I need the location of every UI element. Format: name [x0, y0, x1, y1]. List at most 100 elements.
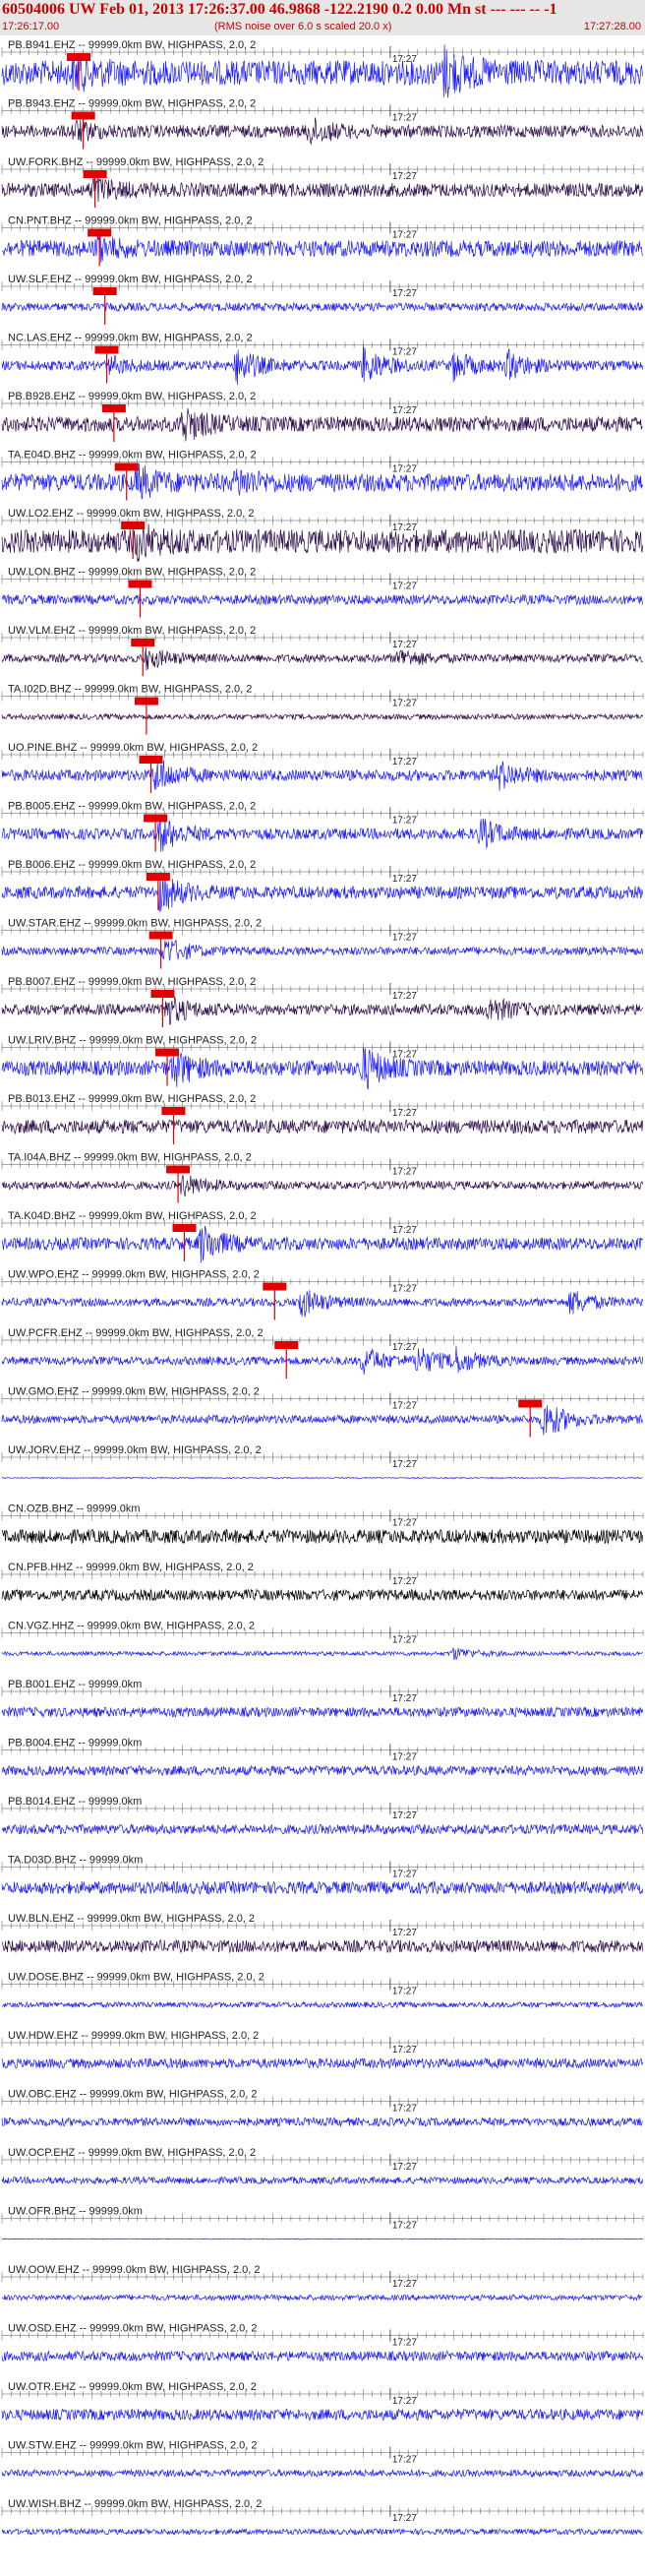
waveform [1, 1647, 643, 1661]
trace-4: 17:27 CN.PNT.BHZ -- 99999.0km BW, HIGHPAS… [1, 215, 644, 267]
minute-label: 17:27 [392, 347, 417, 358]
station-label: PB.B013.EHZ -- 99999.0km BW, HIGHPASS, 2… [8, 1093, 256, 1105]
trace-37: 17:27 UW.OCP.EHZ -- 99999.0km BW, HIGHPAS… [1, 2147, 644, 2185]
minute-label: 17:27 [392, 933, 417, 944]
trace-22: 17:27 UW.WPO.EHZ -- 99999.0km BW, HIGHPAS… [1, 1269, 644, 1320]
station-label: UW.SLF.EHZ -- 99999.0km BW, HIGHPASS, 2.… [8, 274, 253, 285]
station-label: UW.OOW.EHZ -- 99999.0km BW, HIGHPASS, 2.… [8, 2264, 261, 2276]
waveform [1, 2527, 643, 2537]
trace-34: 17:27 UW.DOSE.BHZ -- 99999.0km BW, HIGHPA… [1, 1972, 644, 2009]
waveform [1, 1476, 643, 1480]
station-label: UW.VLM.EHZ -- 99999.0km BW, HIGHPASS, 2.… [8, 625, 256, 637]
pick-flag [121, 521, 146, 529]
waveform [1, 1823, 644, 1836]
station-label: PB.B941.EHZ -- 99999.0km BW, HIGHPASS, 2… [8, 39, 256, 51]
station-label: UW.STW.EHZ -- 99999.0km BW, HIGHPASS, 2.… [8, 2440, 257, 2452]
minute-label: 17:27 [392, 171, 417, 182]
trace-10: 17:27 UW.LON.BHZ -- 99999.0km BW, HIGHPAS… [1, 567, 644, 618]
minute-label: 17:27 [392, 1284, 417, 1295]
trace-28: 17:27 CN.VGZ.HHZ -- 99999.0km BW, HIGHPAS… [1, 1621, 644, 1661]
waveform [1, 462, 644, 500]
station-label: TA.K04D.BHZ -- 99999.0km BW, HIGHPASS, 2… [8, 1210, 257, 1222]
station-label: CN.PFB.HHZ -- 99999.0km BW, HIGHPASS, 2.… [8, 1562, 254, 1573]
station-label: UW.BLN.EHZ -- 99999.0km BW, HIGHPASS, 2.… [8, 1913, 255, 1925]
trace-35: 17:27 UW.HDW.EHZ -- 99999.0km BW, HIGHPAS… [1, 2030, 644, 2069]
minute-label: 17:27 [392, 874, 417, 885]
minute-label: 17:27 [392, 1987, 417, 1997]
pick-flag [67, 53, 91, 61]
minute-label: 17:27 [392, 1752, 417, 1763]
waveform [1, 1290, 644, 1318]
waveform [1, 997, 644, 1025]
minute-label: 17:27 [392, 230, 417, 241]
trace-6: 17:27 NC.LAS.EHZ -- 99999.0km BW, HIGHPAS… [1, 333, 644, 386]
pick-flag [94, 345, 119, 354]
pick-flag [128, 580, 152, 588]
trace-7: 17:27 PB.B928.EHZ -- 99999.0km BW, HIGHPA… [1, 391, 644, 442]
pick-flag [134, 697, 158, 705]
waveform [1, 1174, 644, 1197]
pick-flag [274, 1341, 299, 1349]
pick-flag [92, 287, 117, 295]
minute-label: 17:27 [392, 1693, 417, 1704]
station-label: UW.HDW.EHZ -- 99999.0km BW, HIGHPASS, 2.… [8, 2030, 259, 2042]
station-label: TA.D03D.BHZ -- 99999.0km [8, 1855, 143, 1867]
trace-2: 17:27 PB.B943.EHZ -- 99999.0km BW, HIGHPA… [1, 98, 644, 150]
station-label: UW.WPO.EHZ -- 99999.0km BW, HIGHPASS, 2.… [8, 1269, 260, 1281]
waveform [1, 1938, 644, 1954]
minute-label: 17:27 [392, 1870, 417, 1880]
minute-label: 17:27 [392, 54, 417, 65]
trace-12: 17:27 TA.I02D.BHZ -- 99999.0km BW, HIGHPA… [1, 684, 644, 735]
minute-label: 17:27 [392, 2104, 417, 2115]
waveform [1, 646, 643, 671]
waveform [1, 2000, 643, 2009]
minute-label: 17:27 [392, 991, 417, 1002]
trace-42: 17:27 UW.STW.EHZ -- 99999.0km BW, HIGHPAS… [1, 2440, 644, 2479]
waveform [1, 1705, 644, 1719]
minute-label: 17:27 [392, 1928, 417, 1938]
trace-27: 17:27 CN.PFB.HHZ -- 99999.0km BW, HIGHPAS… [1, 1562, 644, 1602]
event-title: 60504006 UW Feb 01, 2013 17:26:37.00 46.… [2, 1, 557, 18]
station-label: UW.PCFR.EHZ -- 99999.0km BW, HIGHPASS, 2… [8, 1327, 264, 1339]
minute-label: 17:27 [392, 2338, 417, 2349]
trace-3: 17:27 UW.FORK.BHZ -- 99999.0km BW, HIGHPA… [1, 156, 644, 208]
minute-label: 17:27 [392, 1459, 417, 1470]
pick-flag [155, 1048, 180, 1057]
trace-17: 17:27 PB.B007.EHZ -- 99999.0km BW, HIGHPA… [1, 976, 644, 1027]
minute-label: 17:27 [392, 1635, 417, 1646]
station-label: UW.GMO.EHZ -- 99999.0km BW, HIGHPASS, 2.… [8, 1386, 260, 1398]
trace-32: 17:27 TA.D03D.BHZ -- 99999.0km [1, 1855, 644, 1895]
waveform [1, 1225, 644, 1263]
trace-38: 17:27 UW.OFR.BHZ -- 99999.0km [1, 2206, 644, 2240]
pick-flag [166, 1165, 191, 1174]
station-label: TA.I02D.BHZ -- 99999.0km BW, HIGHPASS, 2… [8, 684, 252, 696]
trace-30: 17:27 PB.B004.EHZ -- 99999.0km [1, 1738, 644, 1777]
waveform [1, 44, 644, 98]
waveform [1, 2056, 644, 2069]
trace-40: 17:27 UW.OSD.EHZ -- 99999.0km BW, HIGHPAS… [1, 2323, 644, 2362]
station-label: UW.DOSE.BHZ -- 99999.0km BW, HIGHPASS, 2… [8, 1972, 264, 1984]
minute-label: 17:27 [392, 405, 417, 416]
minute-label: 17:27 [392, 1576, 417, 1587]
station-label: TA.E04D.BHZ -- 99999.0km BW, HIGHPASS, 2… [8, 450, 257, 461]
pick-flag [150, 990, 175, 998]
trace-21: 17:27 TA.K04D.BHZ -- 99999.0km BW, HIGHPA… [1, 1210, 644, 1263]
pick-flag [88, 228, 112, 237]
minute-label: 17:27 [392, 1167, 417, 1178]
station-label: UW.OBC.EHZ -- 99999.0km BW, HIGHPASS, 2.… [8, 2089, 257, 2101]
station-label: UW.STAR.EHZ -- 99999.0km BW, HIGHPASS, 2… [8, 918, 262, 930]
station-label: UW.LON.BHZ -- 99999.0km BW, HIGHPASS, 2.… [8, 567, 256, 579]
station-label: CN.VGZ.HHZ -- 99999.0km BW, HIGHPASS, 2.… [8, 1621, 255, 1632]
minute-label: 17:27 [392, 2221, 417, 2232]
waveform [1, 593, 644, 606]
trace-25: 17:27 UW.JORV.EHZ -- 99999.0km BW, HIGHPA… [1, 1444, 644, 1480]
waveform [1, 1879, 644, 1895]
minute-label: 17:27 [392, 582, 417, 592]
waveform [1, 2116, 644, 2127]
station-label: UW.OFR.BHZ -- 99999.0km [8, 2206, 143, 2218]
waveform [1, 2176, 644, 2185]
minute-label: 17:27 [392, 640, 417, 650]
minute-label: 17:27 [392, 464, 417, 475]
station-label: UW.FORK.BHZ -- 99999.0km BW, HIGHPASS, 2… [8, 156, 264, 168]
station-label: PB.B006.EHZ -- 99999.0km BW, HIGHPASS, 2… [8, 859, 256, 871]
